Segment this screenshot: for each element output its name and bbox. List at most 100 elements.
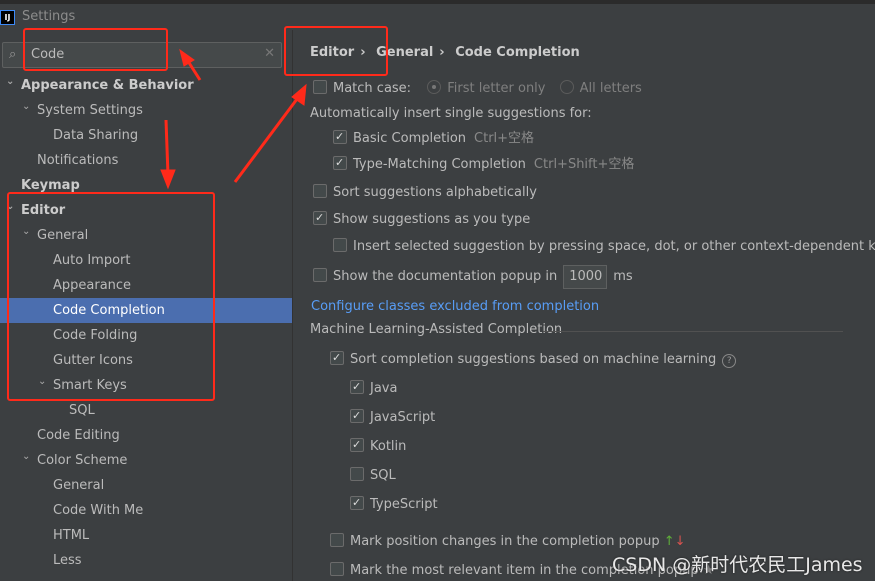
tree-item[interactable]: Notifications bbox=[0, 148, 292, 173]
tree-item[interactable]: Less bbox=[0, 548, 292, 573]
insert-selected-checkbox[interactable] bbox=[333, 238, 347, 252]
tree-item-label: Notifications bbox=[37, 153, 119, 168]
mark-relevant-checkbox[interactable] bbox=[330, 562, 344, 576]
tree-item[interactable]: Auto Import bbox=[0, 248, 292, 273]
ml-section-divider bbox=[543, 331, 843, 332]
basic-shortcut: Ctrl+空格 bbox=[474, 131, 535, 146]
type-matching-label: Type-Matching Completion bbox=[353, 157, 526, 172]
ml-sort-row: Sort completion suggestions based on mac… bbox=[330, 349, 737, 369]
breadcrumb: Editor › General › Code Completion bbox=[310, 45, 580, 60]
breadcrumb-code-completion: Code Completion bbox=[455, 45, 580, 60]
type-shortcut: Ctrl+Shift+空格 bbox=[533, 157, 635, 172]
tree-item[interactable]: Keymap bbox=[0, 173, 292, 198]
tree-item-label: Code With Me bbox=[53, 503, 144, 518]
doc-delay-input[interactable]: 1000 bbox=[563, 264, 608, 289]
tree-item-label: Keymap bbox=[21, 178, 80, 193]
chevron-down-icon[interactable]: ⌄ bbox=[38, 369, 46, 394]
language-label: SQL bbox=[370, 468, 396, 483]
chevron-down-icon[interactable]: ⌄ bbox=[22, 444, 30, 469]
breadcrumb-general[interactable]: General bbox=[376, 45, 433, 60]
search-icon[interactable]: ⌕ bbox=[9, 47, 16, 62]
doc-unit: ms bbox=[613, 269, 633, 284]
chevron-down-icon[interactable]: ⌄ bbox=[6, 69, 14, 94]
tree-item[interactable]: ⌄ Smart Keys bbox=[0, 373, 292, 398]
mark-position-checkbox[interactable] bbox=[330, 533, 344, 547]
mark-position-label: Mark position changes in the completion … bbox=[350, 534, 660, 549]
tree-item-label: General bbox=[37, 228, 89, 243]
tree-item[interactable]: Code Folding bbox=[0, 323, 292, 348]
tree-item[interactable]: SQL bbox=[0, 398, 292, 423]
all-letters-label: All letters bbox=[579, 81, 642, 96]
sort-alpha-label: Sort suggestions alphabetically bbox=[333, 185, 537, 200]
tree-item[interactable]: Appearance bbox=[0, 273, 292, 298]
tree-item[interactable]: HTML bbox=[0, 523, 292, 548]
tree-item-label: Auto Import bbox=[53, 253, 131, 268]
tree-item[interactable]: Data Sharing bbox=[0, 123, 292, 148]
tree-item-label: HTML bbox=[53, 528, 90, 543]
match-case-checkbox[interactable] bbox=[313, 80, 327, 94]
mark-position-row: Mark position changes in the completion … bbox=[330, 533, 686, 551]
language-row: SQL bbox=[350, 467, 396, 485]
title-bar: IJ Settings bbox=[0, 4, 875, 30]
language-label: Kotlin bbox=[370, 439, 407, 454]
show-as-type-checkbox[interactable] bbox=[313, 209, 327, 227]
doc-popup-checkbox[interactable] bbox=[313, 268, 327, 282]
show-as-type-row: Show suggestions as you type bbox=[313, 209, 530, 229]
tree-item-label: Appearance bbox=[53, 278, 132, 293]
tree-item[interactable]: Code Completion bbox=[0, 298, 292, 323]
language-row: TypeScript bbox=[350, 494, 438, 514]
window-title: Settings bbox=[22, 9, 76, 24]
tree-item[interactable]: General bbox=[0, 473, 292, 498]
ml-sort-label: Sort completion suggestions based on mac… bbox=[350, 352, 717, 367]
tree-item[interactable]: Code Editing bbox=[0, 423, 292, 448]
tree-item-label: Data Sharing bbox=[53, 128, 139, 143]
tree-item-label: Gutter Icons bbox=[53, 353, 133, 368]
first-letter-radio[interactable] bbox=[427, 80, 442, 94]
tree-item-label: Appearance & Behavior bbox=[21, 78, 194, 93]
auto-insert-label: Automatically insert single suggestions … bbox=[310, 106, 592, 121]
help-icon[interactable]: ? bbox=[722, 354, 737, 368]
chevron-down-icon[interactable]: ⌄ bbox=[6, 194, 14, 219]
ml-sort-checkbox[interactable] bbox=[330, 349, 344, 367]
type-matching-checkbox[interactable] bbox=[333, 154, 347, 172]
language-checkbox[interactable] bbox=[350, 467, 364, 481]
language-label: TypeScript bbox=[370, 497, 438, 512]
search-input[interactable]: ⌕ Code ✕ bbox=[2, 42, 282, 68]
configure-excluded-link[interactable]: Configure classes excluded from completi… bbox=[311, 298, 599, 316]
tree-item[interactable]: ⌄ Editor bbox=[0, 198, 292, 223]
tree-item[interactable]: ⌄ Appearance & Behavior bbox=[0, 73, 292, 98]
search-value[interactable]: Code bbox=[31, 47, 64, 62]
tree-item-label: System Settings bbox=[37, 103, 143, 118]
settings-content: Editor › General › Code Completion Match c… bbox=[292, 30, 875, 581]
language-checkbox[interactable] bbox=[350, 436, 364, 454]
basic-completion-row: Basic Completion Ctrl+空格 bbox=[333, 128, 535, 148]
tree-item-label: SQL bbox=[69, 403, 95, 418]
match-case-label: Match case: bbox=[333, 81, 412, 96]
ml-section-title: Machine Learning-Assisted Completion bbox=[310, 322, 563, 337]
chevron-down-icon[interactable]: ⌄ bbox=[22, 94, 30, 119]
tree-item-label: Code Editing bbox=[37, 428, 120, 443]
basic-completion-label: Basic Completion bbox=[353, 131, 467, 146]
settings-sidebar: ⌕ Code ✕ ⌄ Appearance & Behavior ⌄ System S… bbox=[0, 30, 292, 581]
insert-selected-row: Insert selected suggestion by pressing s… bbox=[333, 238, 875, 256]
language-row: Kotlin bbox=[350, 436, 407, 456]
tree-item[interactable]: ⌄ Color Scheme bbox=[0, 448, 292, 473]
first-letter-label: First letter only bbox=[447, 81, 546, 96]
basic-completion-checkbox[interactable] bbox=[333, 128, 347, 146]
language-checkbox[interactable] bbox=[350, 378, 364, 396]
all-letters-radio[interactable] bbox=[559, 80, 574, 94]
tree-item[interactable]: ⌄ General bbox=[0, 223, 292, 248]
tree-item[interactable]: Code With Me bbox=[0, 498, 292, 523]
tree-item[interactable]: ⌄ System Settings bbox=[0, 98, 292, 123]
language-checkbox[interactable] bbox=[350, 494, 364, 512]
chevron-down-icon[interactable]: ⌄ bbox=[22, 219, 30, 244]
breadcrumb-editor[interactable]: Editor bbox=[310, 45, 354, 60]
sort-alpha-checkbox[interactable] bbox=[313, 184, 327, 198]
watermark: CSDN @新时代农民工James bbox=[612, 554, 863, 576]
language-row: Java bbox=[350, 378, 398, 398]
insert-selected-label: Insert selected suggestion by pressing s… bbox=[353, 239, 875, 254]
language-checkbox[interactable] bbox=[350, 407, 364, 425]
tree-item-label: Less bbox=[53, 553, 82, 568]
language-label: Java bbox=[370, 381, 398, 396]
close-icon[interactable]: ✕ bbox=[264, 46, 275, 61]
